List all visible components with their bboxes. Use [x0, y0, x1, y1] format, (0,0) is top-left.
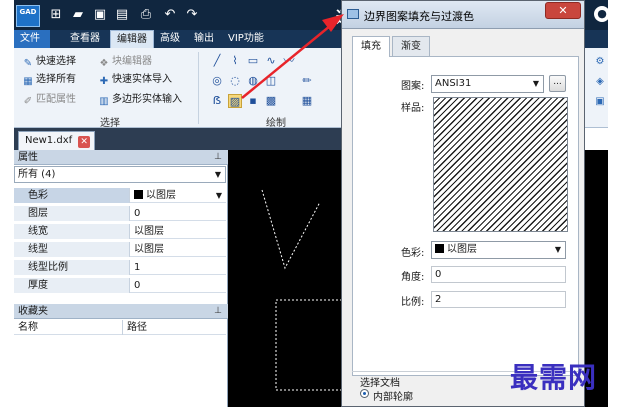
watermark-logo: 最需网	[510, 361, 598, 394]
arrow-shaft	[241, 25, 331, 99]
tab-fill[interactable]: 填充	[352, 36, 390, 57]
annotation-arrow	[241, 14, 344, 99]
